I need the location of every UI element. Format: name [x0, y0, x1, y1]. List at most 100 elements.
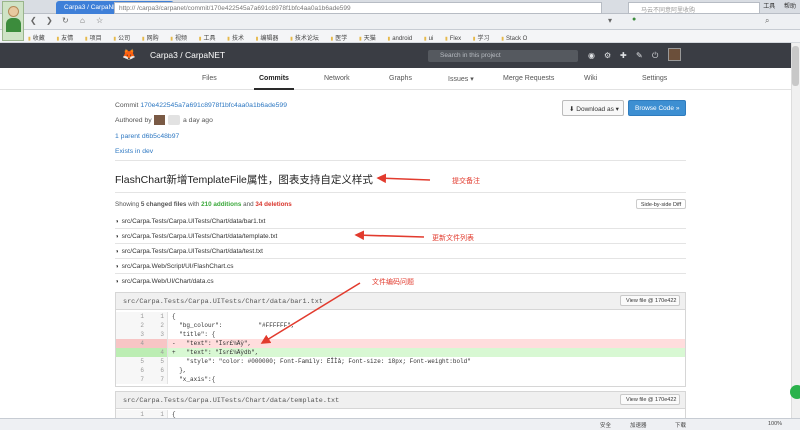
user-avatar[interactable] [2, 1, 24, 41]
history-icon[interactable]: ☆ [96, 16, 103, 25]
browse-code-button[interactable]: Browse Code » [628, 100, 686, 116]
new-line-number[interactable]: 1 [150, 410, 164, 419]
bookmark[interactable]: 天猫 [359, 36, 376, 42]
bookmark[interactable]: 公司 [113, 36, 130, 42]
divider [115, 273, 686, 274]
tab-files[interactable]: Files [202, 75, 217, 82]
bookmark[interactable]: Stack O [501, 36, 527, 42]
download-status[interactable]: 下载 [675, 421, 686, 429]
tab-settings[interactable]: Settings [642, 75, 667, 82]
bookmark[interactable]: 技术论坛 [290, 36, 319, 42]
diff-line: 55 "style": "color: #000000; Font-Family… [116, 357, 685, 366]
logout-icon[interactable]: ⏻ [652, 51, 658, 61]
file-link[interactable]: src/Carpa.Web/UI/Chart/data.cs [115, 278, 214, 285]
old-line-number[interactable]: 4 [130, 339, 144, 348]
bookmark[interactable]: 工具 [199, 36, 216, 42]
search-engine-icon[interactable]: ● [632, 16, 636, 23]
diff-file-path: src/Carpa.Tests/Carpa.UITests/Chart/data… [123, 397, 340, 405]
new-line-number[interactable]: 7 [150, 375, 164, 384]
menu-help[interactable]: 帮助 [784, 4, 796, 10]
bookmark[interactable]: 医学 [331, 36, 348, 42]
divider [115, 243, 686, 244]
refresh-icon[interactable]: ↻ [62, 16, 69, 25]
tab-wiki[interactable]: Wiki [584, 75, 597, 82]
new-line-number[interactable]: 3 [150, 330, 164, 339]
tab-merge-requests[interactable]: Merge Requests [503, 75, 554, 82]
address-bar[interactable]: http:// /carpa3/carpanet/commit/170e4225… [114, 2, 602, 14]
new-project-icon[interactable]: ✚ [620, 51, 627, 60]
view-file-button[interactable]: View file @ 170e422 [620, 394, 680, 405]
author-avatar[interactable] [154, 115, 165, 125]
scrollbar[interactable] [791, 43, 800, 418]
bookmark[interactable]: Flex [445, 36, 461, 42]
bookmark[interactable]: 项目 [85, 36, 102, 42]
new-line-number[interactable]: 6 [150, 366, 164, 375]
file-link[interactable]: src/Carpa.Web/Script/UI/FlashChart.cs [115, 263, 234, 270]
new-line-number[interactable]: 1 [150, 312, 164, 321]
bookmark[interactable]: 友情 [56, 36, 73, 42]
project-title[interactable]: Carpa3 / CarpaNET [150, 50, 225, 60]
home-icon[interactable]: ⌂ [80, 16, 85, 25]
bookmark[interactable]: android [387, 36, 412, 42]
bookmark[interactable]: 学习 [473, 36, 490, 42]
menu-tools[interactable]: 工具 [763, 4, 775, 10]
divider [115, 160, 686, 161]
status-bar: 安全 加速器 下载 100% [0, 418, 800, 430]
browser-search-input[interactable]: 马云不同意阿里收购 [628, 2, 760, 14]
bookmark[interactable]: 网购 [142, 36, 159, 42]
project-search-input[interactable]: Search in this project [428, 50, 578, 62]
bookmark[interactable]: 收藏 [28, 36, 45, 42]
file-link[interactable]: src/Carpa.Tests/Carpa.UITests/Chart/data… [115, 248, 263, 255]
new-line-number[interactable]: 5 [150, 357, 164, 366]
old-line-number[interactable]: 1 [130, 410, 144, 419]
assistant-bubble-icon[interactable] [790, 385, 800, 399]
old-line-number[interactable]: 5 [130, 357, 144, 366]
bookmark[interactable]: 技术 [227, 36, 244, 42]
bookmark[interactable]: ui [424, 36, 433, 42]
file-link[interactable]: src/Carpa.Tests/Carpa.UITests/Chart/data… [115, 233, 278, 240]
gitlab-logo-icon[interactable]: 🦊 [122, 49, 136, 61]
security-status[interactable]: 安全 [600, 421, 611, 429]
old-line-number[interactable]: 1 [130, 312, 144, 321]
new-line-number[interactable]: 2 [150, 321, 164, 330]
tab-commits[interactable]: Commits [259, 75, 289, 82]
old-line-number[interactable]: 3 [130, 330, 144, 339]
tab-issues[interactable]: Issues ▾ [448, 75, 474, 83]
url-text: http:// /carpa3/carpanet/commit/170e4225… [119, 5, 351, 12]
commit-line: Commit 170e422545a7a691c8978f1bfc4aa0a1b… [115, 102, 287, 109]
scrollbar-thumb[interactable] [792, 46, 799, 86]
diff-code: "x_axis":{ [172, 376, 216, 383]
authored-by-label: Authored by [115, 117, 152, 124]
bookmark[interactable]: 视频 [170, 36, 187, 42]
download-button[interactable]: ⬇ Download as ▾ [562, 100, 624, 116]
branch-link[interactable]: dev [142, 148, 153, 155]
annotation-encoding: 文件编码问题 [372, 279, 414, 286]
bookmark[interactable]: 编辑器 [256, 36, 279, 42]
old-line-number[interactable]: 7 [130, 375, 144, 384]
summary-with: with [188, 201, 200, 208]
profile-icon[interactable]: ✎ [636, 51, 643, 60]
new-line-number[interactable]: 4 [150, 348, 164, 357]
parent-sha[interactable]: d6b5c48b97 [142, 133, 179, 140]
chevron-down-icon: ▾ [470, 76, 474, 83]
explore-icon[interactable]: ◉ [588, 51, 595, 60]
forward-icon[interactable]: ❯ [46, 16, 53, 25]
zoom-level[interactable]: 100% [768, 421, 782, 427]
back-icon[interactable]: ❮ [30, 16, 37, 25]
diff-code: "title": { [172, 331, 216, 338]
tab-network[interactable]: Network [324, 75, 350, 82]
commit-sha[interactable]: 170e422545a7a691c8978f1bfc4aa0a1b6ade599 [140, 102, 287, 109]
gear-icon[interactable]: ⚙ [604, 51, 611, 60]
dropdown-icon[interactable]: ▾ [608, 16, 612, 25]
side-by-side-button[interactable]: Side-by-side Diff [636, 199, 686, 209]
accelerator-status[interactable]: 加速器 [630, 421, 647, 429]
avatar[interactable] [668, 48, 681, 61]
tab-graphs[interactable]: Graphs [389, 75, 412, 82]
view-file-button[interactable]: View file @ 170e422 [620, 295, 680, 306]
old-line-number[interactable]: 2 [130, 321, 144, 330]
old-line-number[interactable]: 6 [130, 366, 144, 375]
search-icon[interactable]: ⌕ [765, 16, 769, 26]
additions-count: 210 additions [201, 201, 242, 208]
download-label: Download as ▾ [576, 106, 619, 113]
file-link[interactable]: src/Carpa.Tests/Carpa.UITests/Chart/data… [115, 218, 266, 225]
